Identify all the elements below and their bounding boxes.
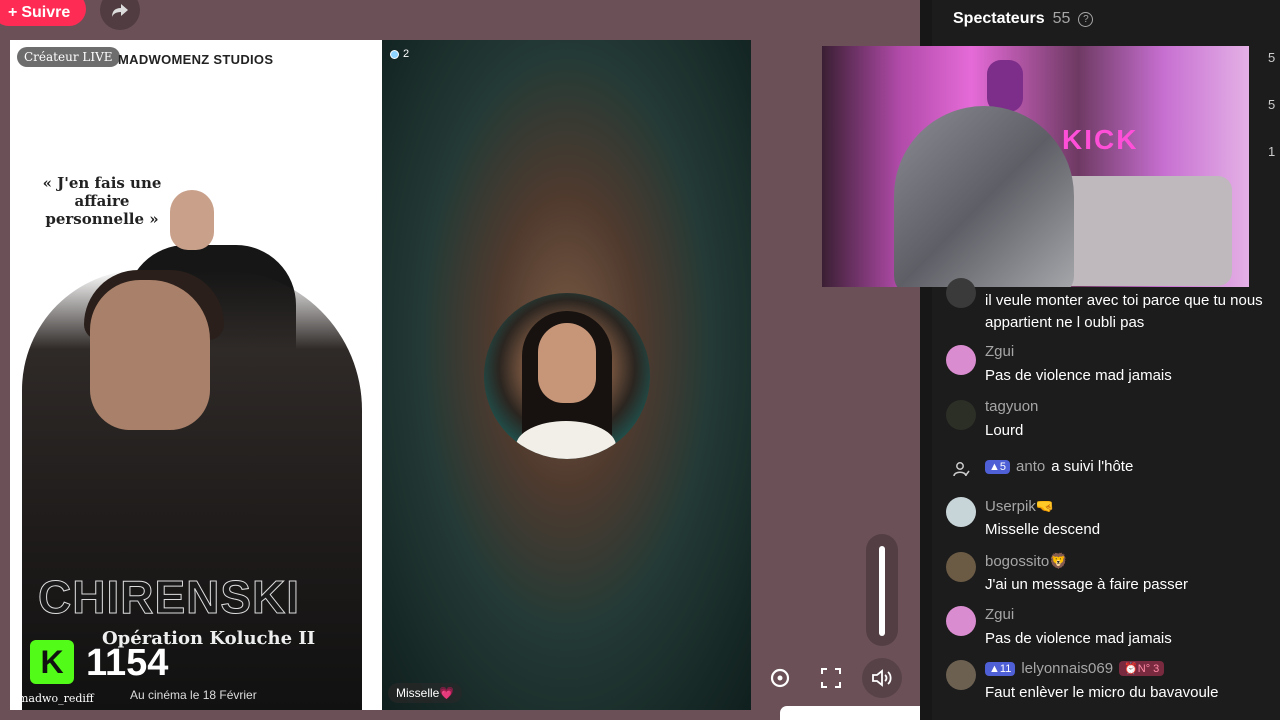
avatar[interactable] bbox=[946, 660, 976, 690]
avatar[interactable] bbox=[946, 400, 976, 430]
guest-viewer-pill: 2 bbox=[390, 48, 409, 60]
level-badge: ▲11 bbox=[985, 661, 1016, 676]
host-video: Créateur LIVE MADWOMENZ STUDIOS « J'en f… bbox=[10, 40, 382, 710]
rediff-label: madwo_rediff bbox=[18, 692, 94, 705]
volume-slider[interactable] bbox=[866, 534, 898, 646]
chat-username[interactable]: anto bbox=[1016, 458, 1045, 475]
chat-message-text: Lourd bbox=[985, 422, 1024, 439]
follow-label: Suivre bbox=[21, 4, 71, 21]
follow-text: a suivi l'hôte bbox=[1051, 458, 1134, 475]
fullscreen-button[interactable] bbox=[811, 658, 851, 698]
host-face bbox=[90, 280, 210, 430]
fullscreen-icon bbox=[821, 668, 841, 688]
settings-button[interactable] bbox=[760, 658, 800, 698]
follow-line: ▲5 anto a suivi l'hôte bbox=[985, 458, 1133, 475]
viewers-count: 55 bbox=[1052, 10, 1071, 27]
poster-quote: « J'en fais une affaire personnelle » bbox=[42, 174, 162, 228]
volume-level[interactable] bbox=[879, 546, 885, 636]
chat-message-text: J'ai un message à faire passer bbox=[985, 576, 1188, 593]
kick-viewer-count: 1154 bbox=[86, 642, 169, 684]
guest-name: Misselle💗 bbox=[388, 683, 463, 703]
share-button[interactable] bbox=[100, 0, 140, 30]
release-date: Au cinéma le 18 Février bbox=[130, 688, 257, 702]
poster-title: CHIRENSKI bbox=[37, 571, 301, 624]
share-icon bbox=[112, 4, 128, 17]
avatar[interactable] bbox=[946, 345, 976, 375]
user-follow-icon bbox=[946, 454, 976, 484]
creator-live-badge: Créateur LIVE bbox=[17, 47, 120, 67]
chat-username[interactable]: Zgui bbox=[985, 343, 1014, 360]
chat-message-text: Faut enlèver le micro du bavavoule bbox=[985, 684, 1219, 701]
avatar[interactable] bbox=[946, 552, 976, 582]
judge-head bbox=[170, 190, 214, 250]
avatar[interactable] bbox=[946, 497, 976, 527]
chat-username[interactable]: bogossito🦁 bbox=[985, 552, 1068, 570]
help-icon[interactable]: ? bbox=[1078, 11, 1094, 27]
side-rank-1: 5 bbox=[1268, 50, 1276, 65]
viewers-title: Spectateurs bbox=[953, 10, 1045, 27]
player-controls bbox=[760, 658, 920, 700]
pip-neon-figure bbox=[987, 60, 1023, 112]
chat-message-text: Misselle descend bbox=[985, 521, 1101, 538]
guest-video[interactable]: 2 Misselle💗 bbox=[382, 40, 751, 710]
chat-message-text: Pas de violence mad jamais bbox=[985, 630, 1172, 647]
volume-button[interactable] bbox=[862, 658, 902, 698]
pip-neon-sign: KICK bbox=[1062, 124, 1139, 155]
pip-blanket-figure bbox=[894, 106, 1074, 287]
side-rank-3: 1 bbox=[1268, 144, 1276, 159]
chat-username[interactable]: Zgui bbox=[985, 606, 1014, 623]
level-badge: ▲5 bbox=[985, 459, 1011, 474]
follow-button[interactable]: + Suivre bbox=[0, 0, 87, 26]
top-bar: + Suivre bbox=[0, 0, 920, 40]
chat-message-text: il veule monter avec toi parce que tu no… bbox=[985, 292, 1263, 331]
rank-badge: ⏰N° 3 bbox=[1119, 661, 1165, 676]
viewer-dot-icon bbox=[390, 49, 399, 59]
guest-avatar bbox=[484, 293, 650, 459]
viewers-header[interactable]: Spectateurs 55 ? bbox=[953, 10, 1094, 28]
studio-title: MADWOMENZ STUDIOS bbox=[118, 52, 274, 67]
chat-username[interactable]: Userpik🤜 bbox=[985, 497, 1055, 515]
chat-user-line: ▲11 lelyonnais069 ⏰N° 3 bbox=[985, 660, 1165, 677]
chat-username[interactable]: tagyuon bbox=[985, 398, 1038, 415]
guest-avatar-face bbox=[538, 323, 596, 403]
chat-message-text: Pas de violence mad jamais bbox=[985, 367, 1172, 384]
pip-video[interactable]: KICK bbox=[822, 46, 1249, 287]
chat-username[interactable]: lelyonnais069 bbox=[1021, 660, 1113, 677]
avatar[interactable] bbox=[946, 278, 976, 308]
speaker-icon bbox=[872, 669, 892, 687]
gear-icon bbox=[770, 668, 790, 688]
kick-logo-icon: K bbox=[30, 640, 74, 684]
plus-icon: + bbox=[8, 4, 18, 21]
side-rank-2: 5 bbox=[1268, 97, 1276, 112]
avatar[interactable] bbox=[946, 606, 976, 636]
guest-viewer-count: 2 bbox=[403, 48, 410, 60]
